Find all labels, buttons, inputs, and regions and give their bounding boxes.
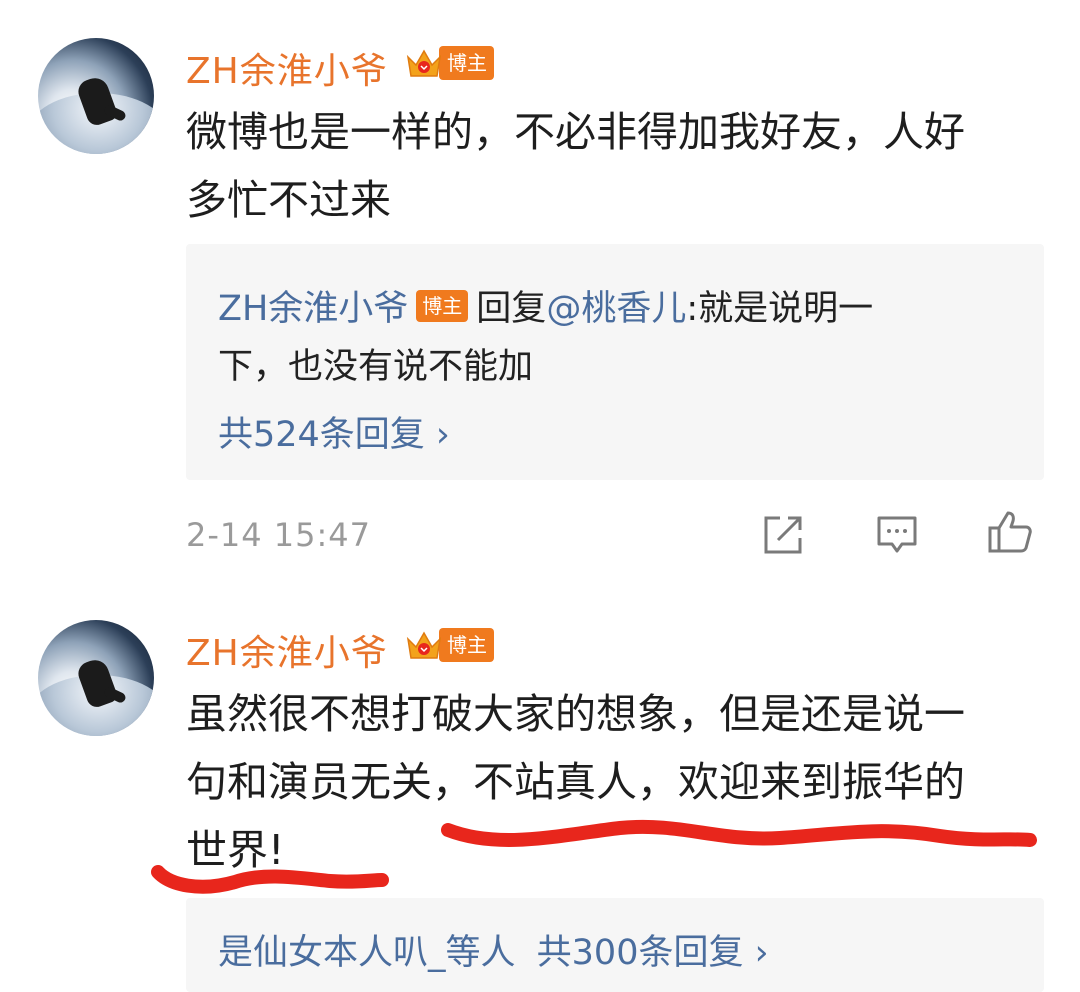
underline-stroke-long [441, 819, 1037, 847]
underline-stroke-short [151, 865, 389, 894]
red-underline-annotation [151, 819, 1037, 894]
